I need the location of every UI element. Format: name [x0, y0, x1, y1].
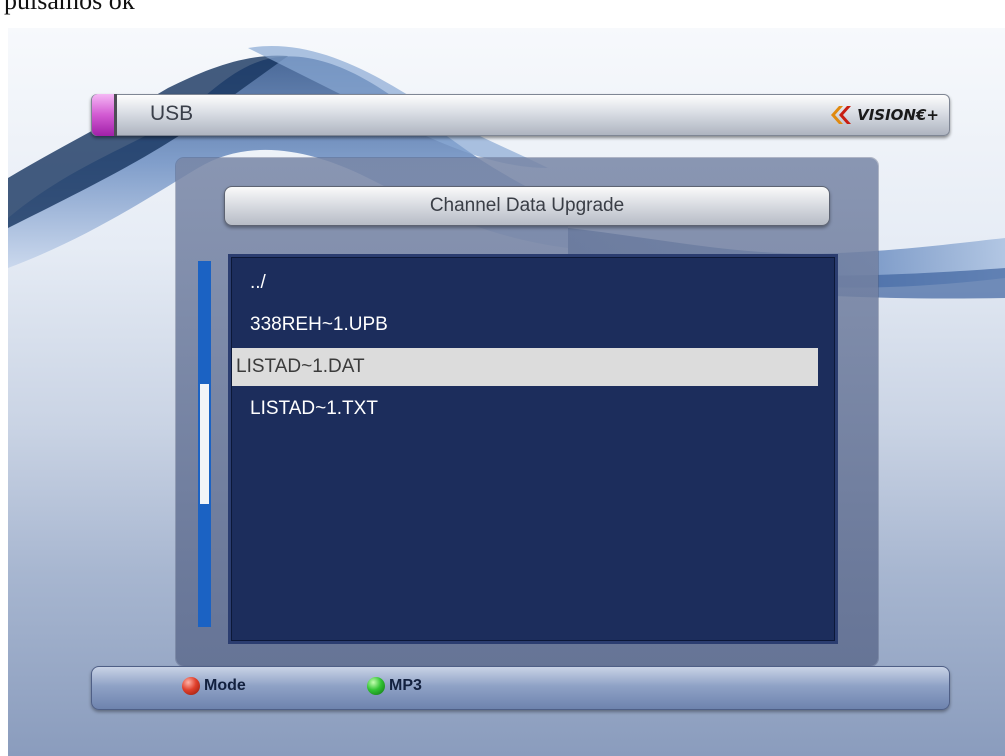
brand-text: VISION€+	[857, 106, 939, 124]
file-name: LISTAD~1.DAT	[236, 356, 365, 377]
header-title: USB	[150, 102, 194, 125]
mode-label: Mode	[204, 677, 246, 694]
tv-screen: USB VISION€+ Channel Data Upgrade ../ 33…	[8, 28, 1005, 756]
mp3-hint[interactable]: MP3	[367, 677, 422, 695]
header-bar: USB VISION€+	[91, 94, 950, 136]
mp3-label: MP3	[389, 677, 422, 694]
mode-hint[interactable]: Mode	[182, 677, 246, 695]
file-item-listad-dat-selected[interactable]: LISTAD~1.DAT	[232, 348, 818, 386]
dialog-title-bar: Channel Data Upgrade	[224, 186, 830, 226]
brand-chevron-icon	[831, 106, 852, 124]
file-name: 338REH~1.UPB	[250, 314, 388, 335]
file-item-338reh-upb[interactable]: 338REH~1.UPB	[232, 306, 818, 344]
brand-logo: VISION€+	[829, 102, 939, 128]
file-name: ../	[250, 272, 266, 293]
red-button-icon	[182, 677, 200, 695]
header-accent-tab	[92, 94, 117, 136]
caption-text: pulsamos ok	[4, 0, 135, 15]
dialog-title: Channel Data Upgrade	[429, 195, 625, 216]
green-button-icon	[367, 677, 385, 695]
file-item-listad-txt[interactable]: LISTAD~1.TXT	[232, 390, 818, 428]
footer-hint-bar: Mode MP3	[91, 666, 950, 710]
file-name: LISTAD~1.TXT	[250, 398, 378, 419]
scrollbar-thumb[interactable]	[200, 384, 209, 504]
page: pulsamos ok USB VISION€+ Channel Data Up…	[0, 0, 1005, 756]
file-item-parent-dir[interactable]: ../	[232, 264, 818, 302]
